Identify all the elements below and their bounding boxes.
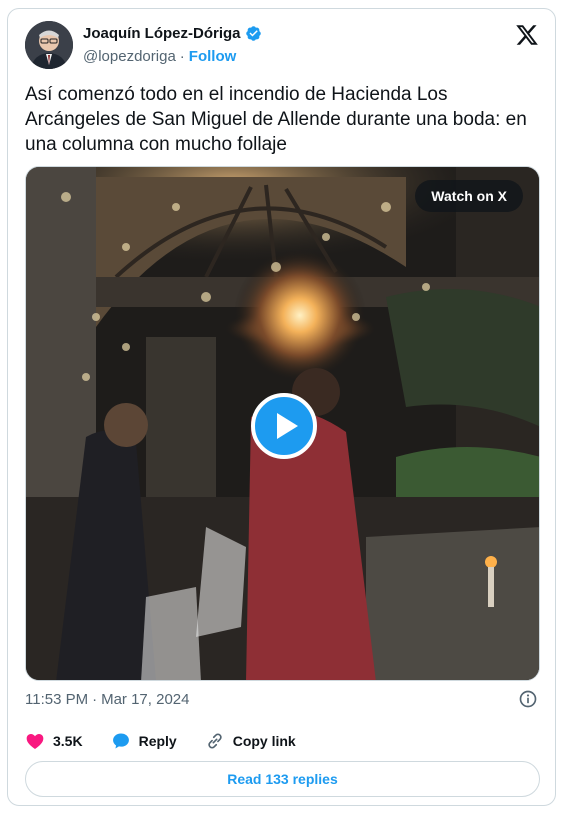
video-player[interactable]: Watch on X	[25, 166, 540, 681]
tweet-date: Mar 17, 2024	[101, 691, 190, 708]
tweet-timestamp[interactable]: 11:53 PM · Mar 17, 2024	[25, 691, 189, 708]
read-replies-button[interactable]: Read 133 replies	[25, 761, 540, 797]
tweet-card: Joaquín López-Dóriga @lopezdoriga · Foll…	[7, 8, 556, 806]
x-logo-icon[interactable]	[515, 23, 539, 47]
reply-button[interactable]: Reply	[111, 731, 177, 751]
avatar[interactable]	[25, 21, 73, 69]
reply-bubble-icon	[112, 733, 129, 749]
play-button[interactable]	[251, 393, 317, 459]
meta-separator: ·	[92, 691, 98, 708]
info-icon[interactable]	[518, 689, 538, 709]
author-handle-row: @lopezdoriga · Follow	[83, 48, 236, 65]
like-count: 3.5K	[53, 733, 83, 749]
avatar-image	[25, 21, 73, 69]
reply-label: Reply	[138, 733, 177, 749]
like-button[interactable]: 3.5K	[25, 731, 83, 751]
copy-link-label: Copy link	[232, 733, 296, 749]
author-handle[interactable]: @lopezdoriga	[83, 48, 176, 65]
follow-button[interactable]: Follow	[189, 48, 237, 65]
handle-separator: ·	[179, 48, 185, 65]
heart-icon	[26, 734, 44, 749]
copy-link-button[interactable]: Copy link	[205, 731, 296, 751]
tweet-time: 11:53 PM	[25, 691, 89, 708]
tweet-actions: 3.5K Reply Copy link	[25, 731, 324, 751]
link-icon	[208, 733, 222, 749]
author-name[interactable]: Joaquín López-Dóriga	[83, 25, 241, 42]
verified-badge-icon	[245, 26, 261, 41]
author-name-row: Joaquín López-Dóriga	[83, 25, 262, 42]
watch-on-x-button[interactable]: Watch on X	[415, 180, 523, 212]
tweet-text: Así comenzó todo en el incendio de Hacie…	[25, 84, 527, 155]
play-icon	[277, 413, 298, 439]
